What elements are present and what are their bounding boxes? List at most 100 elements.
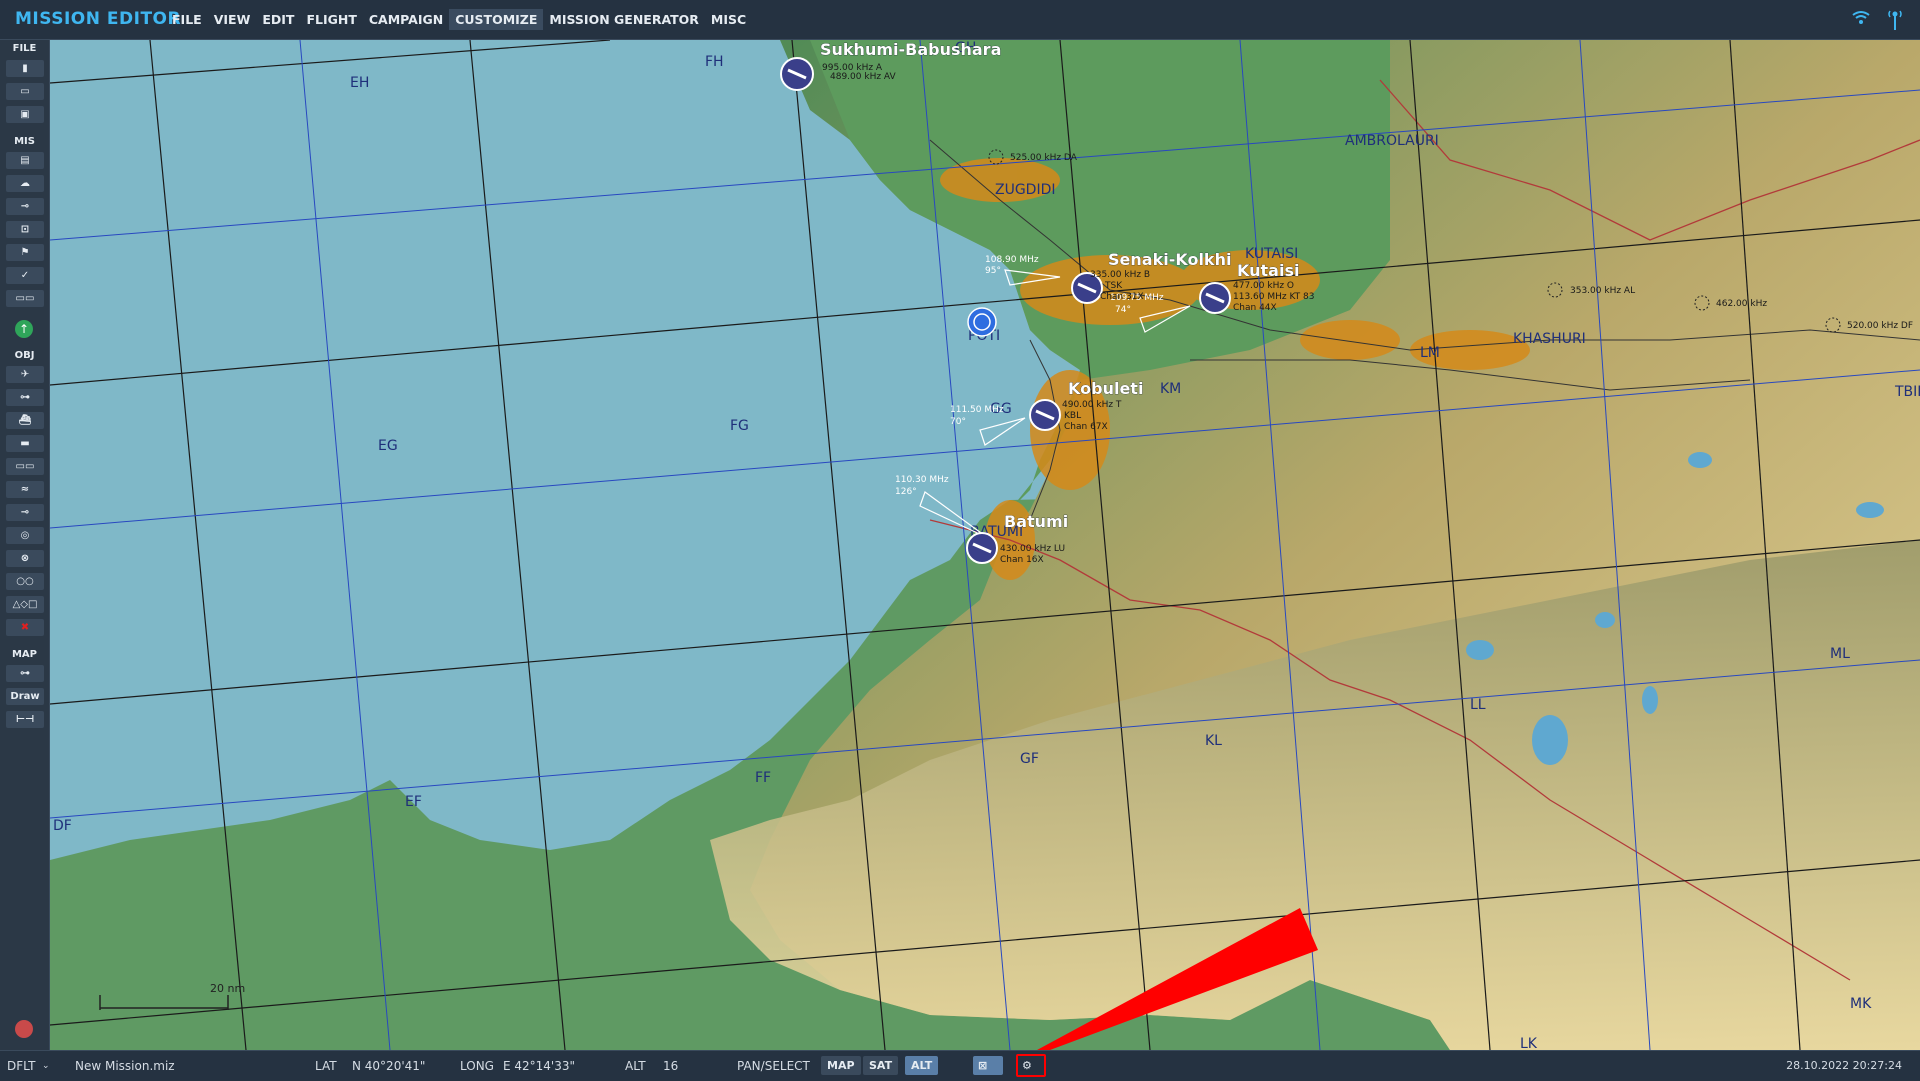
menu-edit[interactable]: EDIT <box>256 9 300 30</box>
city-tbilisi: TBILISI <box>1894 384 1920 400</box>
map-options-button[interactable]: ⊶ <box>6 665 44 682</box>
lat-label: LAT <box>315 1059 337 1073</box>
menu-view[interactable]: VIEW <box>208 9 257 30</box>
airfield-name: Sukhumi-Babushara <box>820 40 1001 59</box>
add-plane-button[interactable]: ✈ <box>6 366 44 383</box>
airfield-info: 477.00 kHz O <box>1233 281 1294 291</box>
profile-label: DFLT <box>7 1059 36 1073</box>
ils-course: 74° <box>1115 305 1131 315</box>
add-helicopter-button[interactable]: ⊶ <box>6 389 44 406</box>
date-time: 28.10.2022 20:27:24 <box>1786 1059 1902 1072</box>
add-group-button[interactable]: ○○ <box>6 573 44 590</box>
file-section-label: FILE <box>12 43 37 54</box>
weather-button[interactable]: ☁ <box>6 175 44 192</box>
airfield-info: Chan 44X <box>1233 303 1277 313</box>
airfield-name: Batumi <box>1004 512 1068 531</box>
settings-gear-icon[interactable]: ⚙ <box>1016 1054 1046 1077</box>
grid-label-ml: ML <box>1830 646 1850 662</box>
menu-file[interactable]: FILE <box>166 9 208 30</box>
add-zone-button[interactable]: ⊸ <box>6 504 44 521</box>
obj-section-label: OBJ <box>14 350 35 361</box>
check-button[interactable]: ✓ <box>6 267 44 284</box>
add-shapes-button[interactable]: △◇□ <box>6 596 44 613</box>
new-mission-button[interactable]: ▮ <box>6 60 44 77</box>
add-initial-point-button[interactable]: ⊗ <box>6 550 44 567</box>
airfield-info: Chan 67X <box>1064 422 1108 432</box>
city-ambrolauri: AMBROLAURI <box>1345 133 1439 149</box>
grid-label-kn: KN <box>1110 40 1130 42</box>
airfield-info: 430.00 kHz LU <box>1000 544 1065 554</box>
ndb-label: 525.00 kHz DA <box>1010 153 1078 163</box>
map-section-label: MAP <box>11 649 38 660</box>
ils-course: 70° <box>950 417 966 427</box>
airfield-info: 489.00 kHz AV <box>830 72 896 82</box>
airfield-info: 335.00 kHz B <box>1090 270 1150 280</box>
grid-label-mk: MK <box>1850 996 1872 1012</box>
arrow-up-icon[interactable]: ↑ <box>15 320 33 338</box>
grid-label-df: DF <box>53 818 72 834</box>
airfield-name: Kobuleti <box>1068 379 1143 398</box>
grid-label-km: KM <box>1160 381 1181 397</box>
sat-mode-button[interactable]: SAT <box>863 1056 899 1075</box>
open-mission-button[interactable]: ▭ <box>6 83 44 100</box>
map-layers-button[interactable]: ⊠ <box>973 1056 1003 1075</box>
resources-button[interactable]: ▭▭ <box>6 290 44 307</box>
goals-button[interactable]: ⊡ <box>6 221 44 238</box>
save-mission-button[interactable]: ▣ <box>6 106 44 123</box>
lat-value: N 40°20'41" <box>352 1059 426 1073</box>
alt-value: 16 <box>663 1059 679 1073</box>
menu-mission-generator[interactable]: MISSION GENERATOR <box>543 9 705 30</box>
grid-label-ff: FF <box>755 770 771 786</box>
grid-label-lk: LK <box>1520 1036 1538 1050</box>
airfield-name: Senaki-Kolkhi <box>1108 250 1231 269</box>
mission-briefing-button[interactable]: ▤ <box>6 152 44 169</box>
map-canvas[interactable]: EH FH GH KN EG FG GG KM LM DF EF FF GF K… <box>50 40 1920 1050</box>
chevron-down-icon[interactable]: ⌄ <box>42 1061 50 1071</box>
delete-button[interactable]: ✖ <box>6 619 44 636</box>
map-mode-button[interactable]: MAP <box>821 1056 861 1075</box>
grid-label-ll: LL <box>1470 697 1486 713</box>
airfield-info: TSK <box>1104 281 1123 291</box>
alt-label: ALT <box>625 1059 646 1073</box>
menu-customize[interactable]: CUSTOMIZE <box>449 9 544 30</box>
poti-port-icon[interactable] <box>967 307 997 337</box>
triggers-button[interactable]: ⊸ <box>6 198 44 215</box>
antenna-icon <box>1888 10 1902 30</box>
menu-misc[interactable]: MISC <box>705 9 752 30</box>
scale-label: 20 nm <box>210 982 245 995</box>
airfield-info: Chan 16X <box>1000 555 1044 565</box>
add-vehicle-button[interactable]: ▬ <box>6 435 44 452</box>
airfield-name: Kutaisi <box>1237 261 1299 280</box>
alt-mode-button[interactable]: ALT <box>905 1056 939 1075</box>
grid-label-ef: EF <box>405 794 422 810</box>
add-static-button[interactable]: ▭▭ <box>6 458 44 475</box>
app-title: MISSION EDITOR <box>15 9 182 29</box>
airfield-info: 490.00 kHz T <box>1062 400 1122 410</box>
grid-label-fh: FH <box>705 54 724 70</box>
mode-label: PAN/SELECT <box>737 1059 810 1073</box>
top-status-icons <box>1852 10 1902 30</box>
map-view[interactable]: EH FH GH KN EG FG GG KM LM DF EF FF GF K… <box>50 40 1920 1050</box>
city-kutaisi: KUTAISI <box>1245 246 1298 262</box>
status-bar: DFLT ⌄ New Mission.miz LAT N 40°20'41" L… <box>0 1050 1920 1081</box>
ruler-button[interactable]: ⊢⊣ <box>6 711 44 728</box>
exit-icon[interactable] <box>15 1020 33 1038</box>
add-target-button[interactable]: ◎ <box>6 527 44 544</box>
grid-label-fg: FG <box>730 418 749 434</box>
menu-campaign[interactable]: CAMPAIGN <box>363 9 449 30</box>
menu-flight[interactable]: FLIGHT <box>300 9 362 30</box>
ndb-label: 353.00 kHz AL <box>1570 286 1635 296</box>
airfield-info: KBL <box>1064 411 1081 421</box>
grid-label-gf: GF <box>1020 751 1039 767</box>
flags-button[interactable]: ⚑ <box>6 244 44 261</box>
add-ship-button[interactable]: ⛴ <box>6 412 44 429</box>
top-menu-bar: MISSION EDITOR FILE VIEW EDIT FLIGHT CAM… <box>0 0 1920 40</box>
mis-section-label: MIS <box>14 136 35 147</box>
airfield-info: 113.60 MHz KT 83 <box>1233 292 1314 302</box>
grid-label-eg: EG <box>378 438 398 454</box>
add-template-button[interactable]: ≈ <box>6 481 44 498</box>
draw-button[interactable]: Draw <box>6 688 44 705</box>
city-khashuri: KHASHURI <box>1513 331 1586 347</box>
airfield-info: Chan 31X <box>1100 292 1144 302</box>
mission-filename: New Mission.miz <box>75 1059 175 1073</box>
